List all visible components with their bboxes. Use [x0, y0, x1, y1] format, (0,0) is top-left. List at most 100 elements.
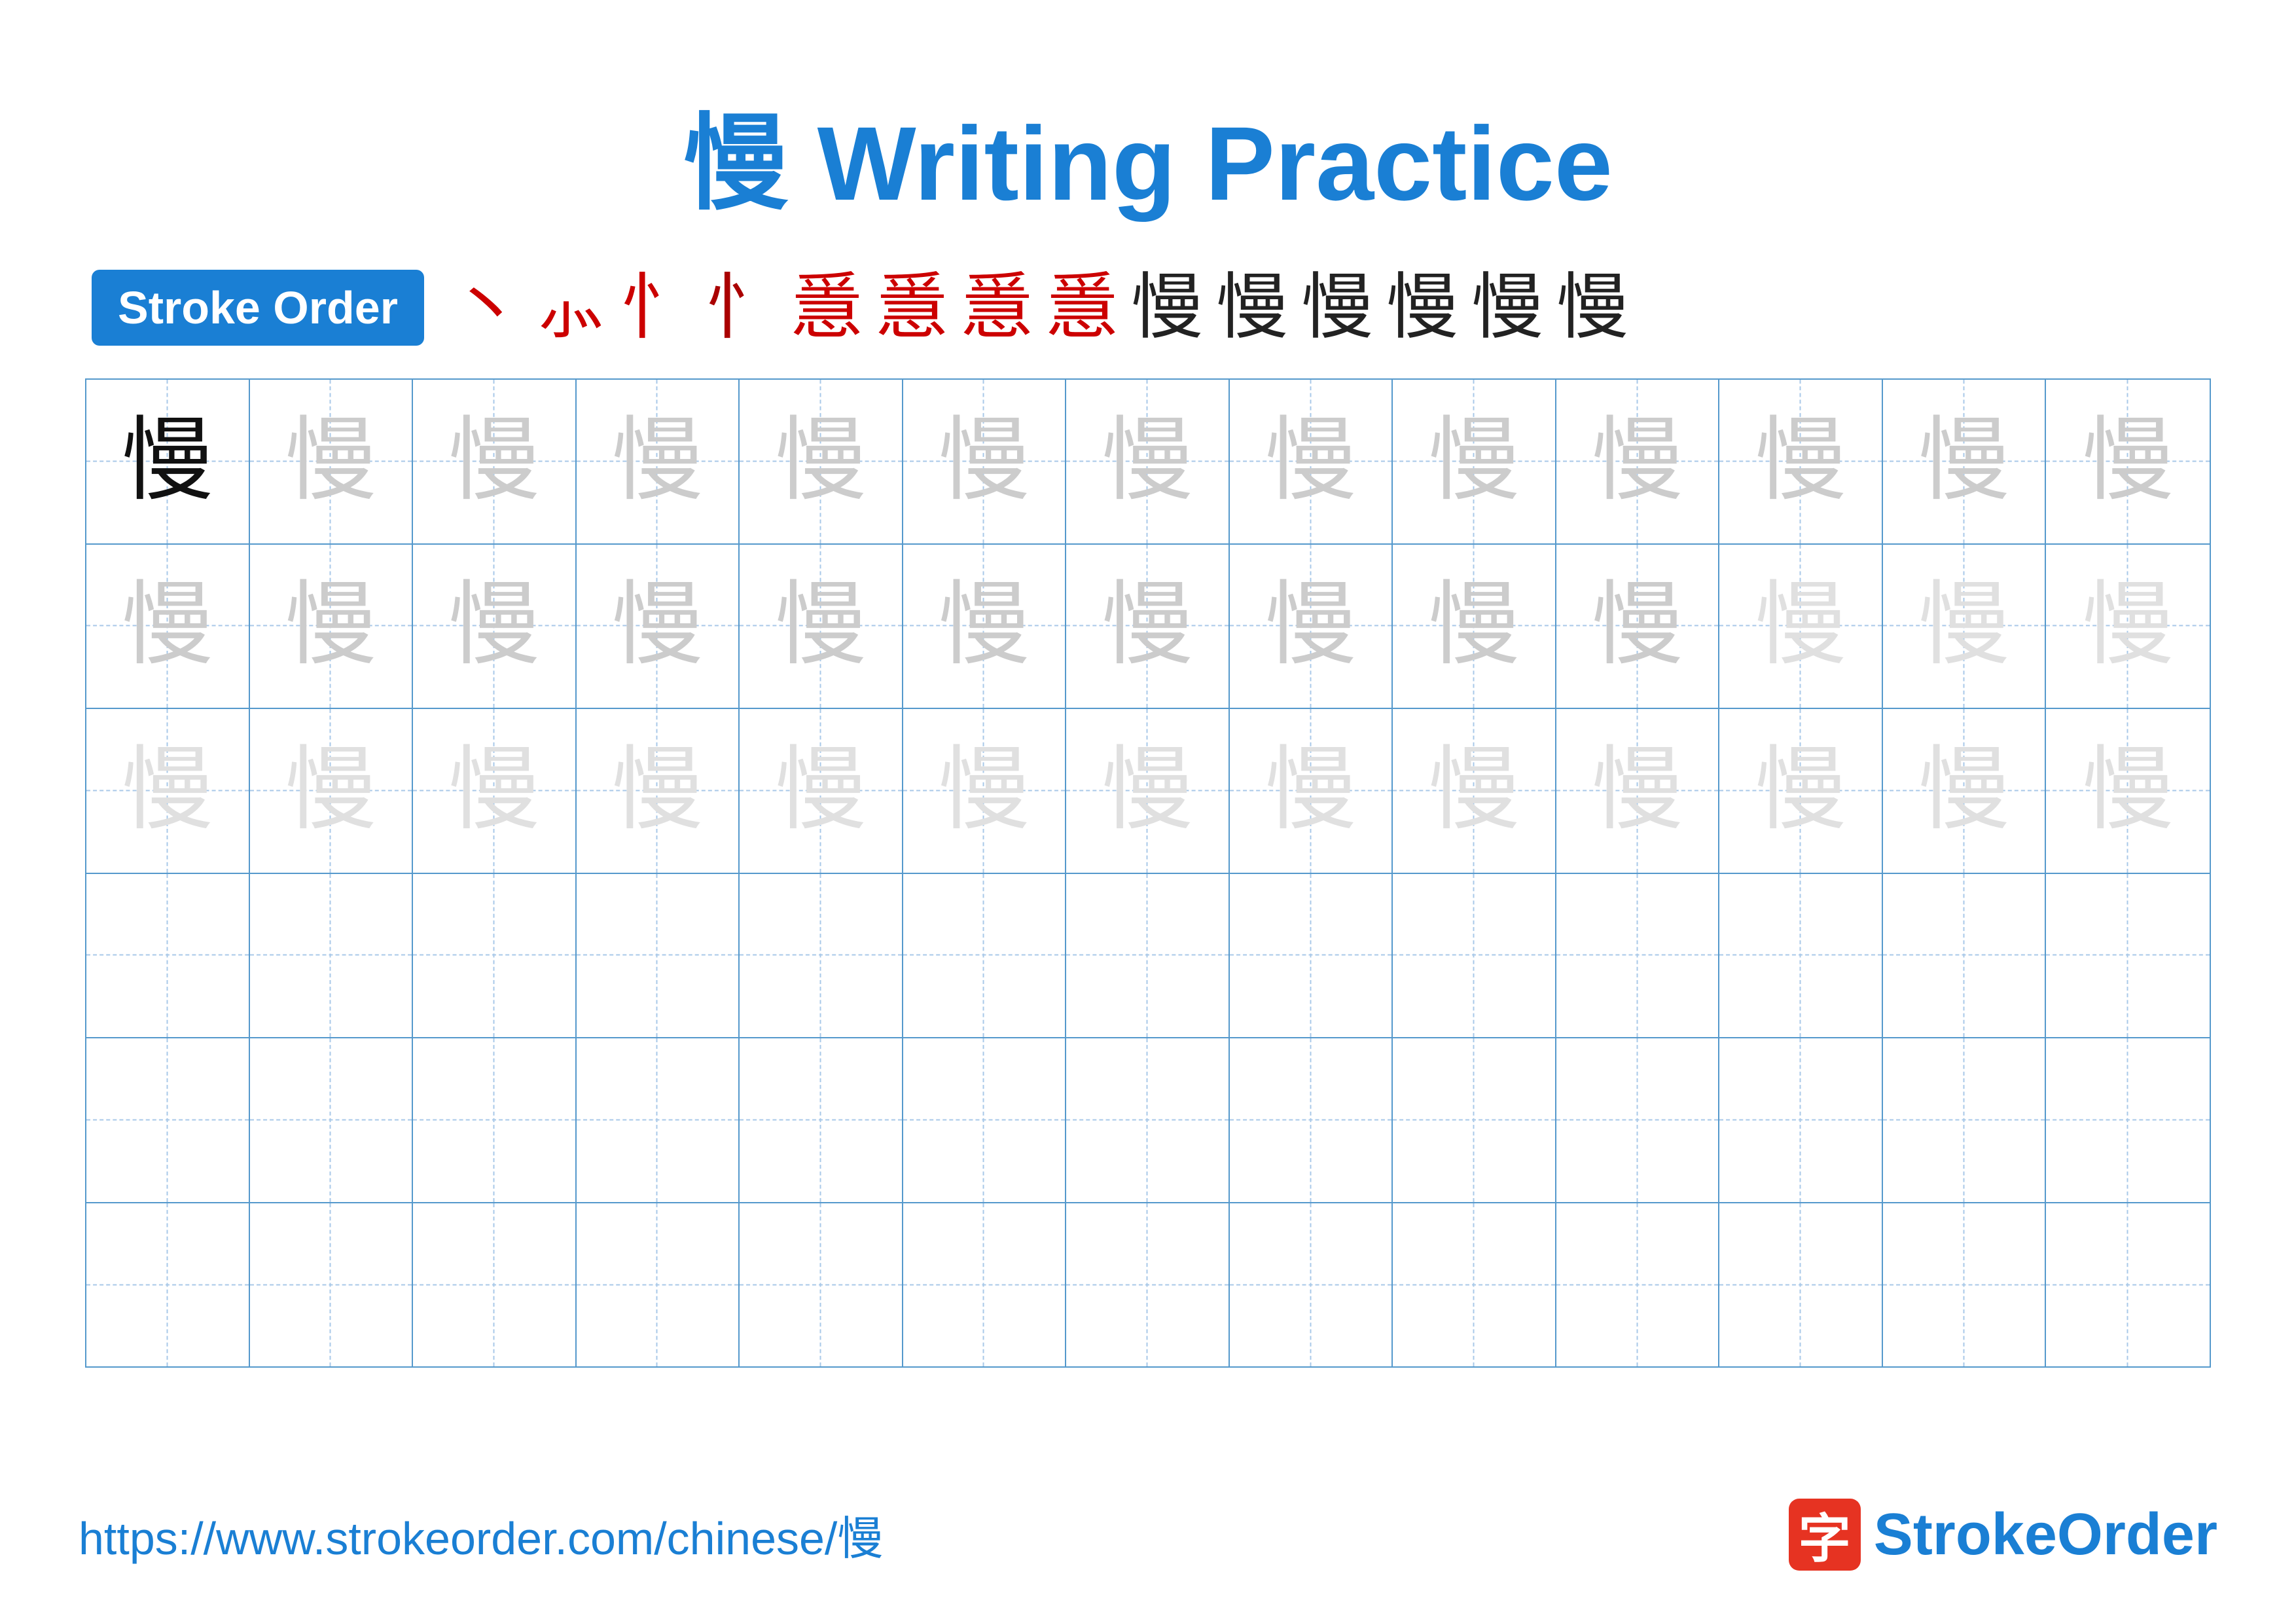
- grid-cell[interactable]: [1393, 1038, 1556, 1202]
- grid-cell[interactable]: 慢: [2046, 709, 2210, 873]
- grid-cell[interactable]: [1719, 874, 1883, 1038]
- grid-cell[interactable]: [86, 874, 250, 1038]
- grid-cell[interactable]: [903, 874, 1067, 1038]
- grid-cell[interactable]: [903, 1203, 1067, 1367]
- grid-cell[interactable]: [1556, 874, 1720, 1038]
- grid-cell[interactable]: [1883, 1038, 2047, 1202]
- grid-cell[interactable]: 慢: [1230, 380, 1393, 543]
- grid-cell[interactable]: 慢: [413, 545, 577, 708]
- grid-cell[interactable]: 慢: [577, 545, 740, 708]
- grid-cell[interactable]: [1393, 1203, 1556, 1367]
- grid-cell[interactable]: [86, 1038, 250, 1202]
- practice-char-lighter: 慢: [1592, 745, 1683, 837]
- grid-cell[interactable]: 慢: [577, 709, 740, 873]
- grid-cell[interactable]: 慢: [1883, 380, 2047, 543]
- grid-cell[interactable]: [86, 1203, 250, 1367]
- grid-cell[interactable]: 慢: [1393, 380, 1556, 543]
- grid-cell[interactable]: 慢: [250, 380, 414, 543]
- grid-cell[interactable]: [740, 1203, 903, 1367]
- grid-cell[interactable]: [577, 874, 740, 1038]
- stroke-7: 㥯: [961, 272, 1033, 344]
- grid-cell[interactable]: 慢: [1230, 545, 1393, 708]
- grid-cell[interactable]: [1556, 1203, 1720, 1367]
- grid-cell[interactable]: 慢: [903, 545, 1067, 708]
- footer: https://www.strokeorder.com/chinese/慢 字 …: [79, 1499, 2217, 1571]
- grid-cell[interactable]: 慢: [740, 380, 903, 543]
- grid-cell[interactable]: 慢: [1556, 709, 1720, 873]
- grid-cell[interactable]: [1230, 1203, 1393, 1367]
- grid-cell[interactable]: [740, 1038, 903, 1202]
- grid-cell[interactable]: [1719, 1038, 1883, 1202]
- grid-cell[interactable]: 慢: [1393, 709, 1556, 873]
- grid-cell[interactable]: 慢: [740, 709, 903, 873]
- grid-cell[interactable]: 慢: [1066, 380, 1230, 543]
- practice-char-lighter: 慢: [2082, 580, 2174, 672]
- grid-cell[interactable]: [1066, 1038, 1230, 1202]
- grid-cell[interactable]: 慢: [1556, 545, 1720, 708]
- grid-cell[interactable]: [1556, 1038, 1720, 1202]
- grid-cell[interactable]: 慢: [2046, 380, 2210, 543]
- grid-row-5: [86, 1038, 2210, 1203]
- grid-cell[interactable]: 慢: [1393, 545, 1556, 708]
- grid-cell[interactable]: [1066, 1203, 1230, 1367]
- practice-char-lighter: 慢: [2082, 745, 2174, 837]
- grid-cell[interactable]: 慢: [1883, 545, 2047, 708]
- page: 慢 Writing Practice Stroke Order 丶 ⺗ 忄 忄 …: [0, 0, 2296, 1623]
- grid-cell[interactable]: 慢: [1066, 709, 1230, 873]
- grid-cell[interactable]: 慢: [903, 380, 1067, 543]
- grid-cell[interactable]: [1883, 1203, 2047, 1367]
- grid-cell[interactable]: [577, 1203, 740, 1367]
- grid-cell[interactable]: 慢: [86, 545, 250, 708]
- grid-cell[interactable]: 慢: [413, 380, 577, 543]
- grid-cell[interactable]: [413, 874, 577, 1038]
- grid-cell[interactable]: [413, 1203, 577, 1367]
- grid-cell[interactable]: 慢: [86, 380, 250, 543]
- grid-cell[interactable]: [1883, 874, 2047, 1038]
- title-section: 慢 Writing Practice: [79, 79, 2217, 230]
- grid-cell[interactable]: [1066, 874, 1230, 1038]
- grid-cell[interactable]: [250, 874, 414, 1038]
- grid-cell[interactable]: 慢: [2046, 545, 2210, 708]
- grid-cell[interactable]: 慢: [1719, 545, 1883, 708]
- practice-char-light: 慢: [611, 580, 703, 672]
- grid-cell[interactable]: [250, 1038, 414, 1202]
- stroke-order-chars: 丶 ⺗ 忄 忄 㥯 㥯 㥯 㥯 慢 慢 慢 慢 慢 慢: [450, 272, 1628, 344]
- practice-char-light: 慢: [1918, 416, 2010, 507]
- stroke-2: ⺗: [535, 272, 607, 344]
- stroke-9: 慢: [1131, 272, 1203, 344]
- grid-cell[interactable]: [1230, 1038, 1393, 1202]
- grid-cell[interactable]: [2046, 874, 2210, 1038]
- grid-cell[interactable]: 慢: [1066, 545, 1230, 708]
- grid-cell[interactable]: 慢: [1230, 709, 1393, 873]
- grid-cell[interactable]: [577, 1038, 740, 1202]
- grid-cell[interactable]: 慢: [1719, 380, 1883, 543]
- practice-char-lighter: 慢: [611, 745, 703, 837]
- grid-cell[interactable]: 慢: [1719, 709, 1883, 873]
- grid-cell[interactable]: [2046, 1203, 2210, 1367]
- grid-cell[interactable]: 慢: [250, 709, 414, 873]
- grid-cell[interactable]: 慢: [250, 545, 414, 708]
- grid-cell[interactable]: [250, 1203, 414, 1367]
- grid-cell[interactable]: 慢: [86, 709, 250, 873]
- grid-cell[interactable]: 慢: [577, 380, 740, 543]
- grid-cell[interactable]: [903, 1038, 1067, 1202]
- grid-cell[interactable]: [1230, 874, 1393, 1038]
- grid-cell[interactable]: [1393, 874, 1556, 1038]
- grid-cell[interactable]: 慢: [413, 709, 577, 873]
- footer-url[interactable]: https://www.strokeorder.com/chinese/慢: [79, 1502, 883, 1568]
- stroke-11: 慢: [1301, 272, 1373, 344]
- grid-cell[interactable]: [413, 1038, 577, 1202]
- practice-char-light: 慢: [1592, 580, 1683, 672]
- title-english: Writing Practice: [788, 105, 1613, 222]
- grid-cell[interactable]: 慢: [1883, 709, 2047, 873]
- grid-cell[interactable]: [2046, 1038, 2210, 1202]
- stroke-8: 㥯: [1046, 272, 1118, 344]
- grid-cell[interactable]: 慢: [1556, 380, 1720, 543]
- grid-cell[interactable]: [740, 874, 903, 1038]
- stroke-3: 忄: [620, 272, 692, 344]
- practice-char-light: 慢: [611, 416, 703, 507]
- grid-cell[interactable]: 慢: [740, 545, 903, 708]
- grid-cell[interactable]: [1719, 1203, 1883, 1367]
- grid-cell[interactable]: 慢: [903, 709, 1067, 873]
- practice-char-light: 慢: [1755, 416, 1846, 507]
